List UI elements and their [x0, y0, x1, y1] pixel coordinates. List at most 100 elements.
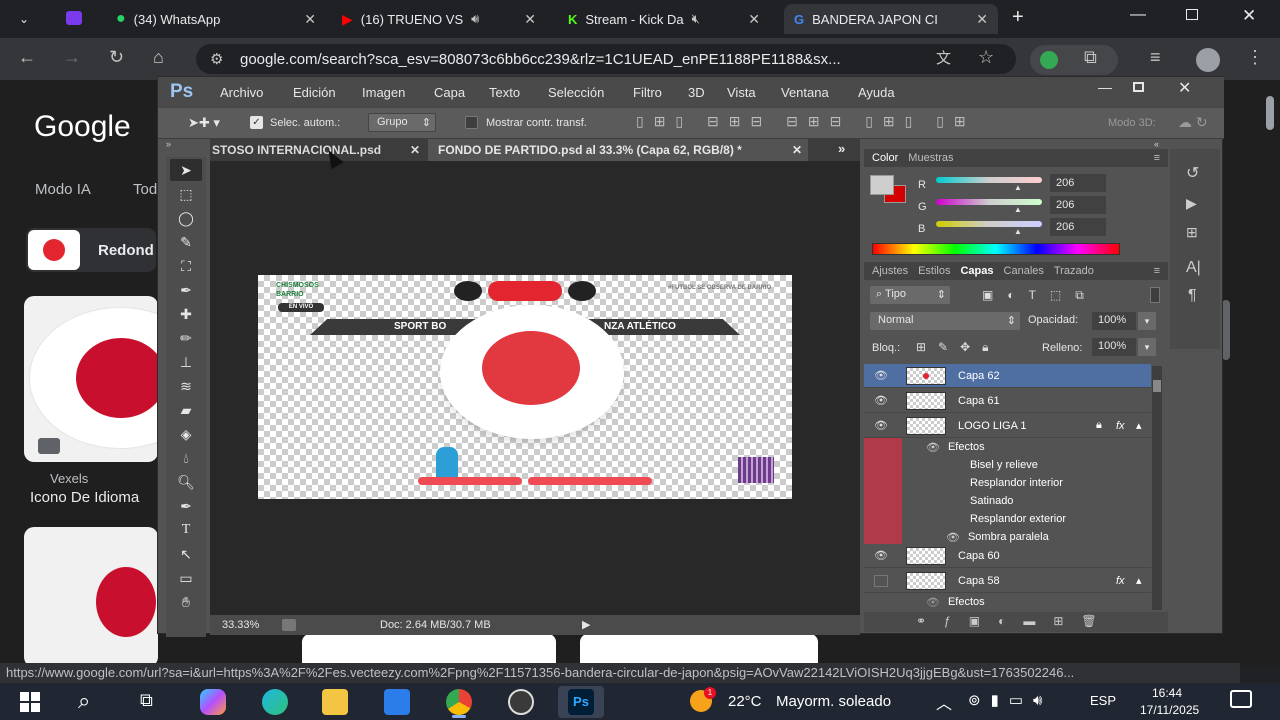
- layer-row-capa-62[interactable]: 👁︎ Capa 62: [864, 364, 1151, 388]
- scroll-thumb[interactable]: [1153, 380, 1161, 392]
- site-info-icon[interactable]: ⚙: [210, 50, 223, 68]
- weather-temp[interactable]: 22°C: [728, 693, 762, 710]
- windows-start-icon[interactable]: [20, 692, 40, 712]
- eye-icon[interactable]: 👁︎: [874, 419, 888, 432]
- photoshop-icon[interactable]: Ps: [568, 689, 594, 715]
- translate-icon[interactable]: 文: [936, 47, 951, 68]
- marquee-tool-button[interactable]: ⬚: [170, 183, 202, 205]
- eye-icon[interactable]: 👁︎: [926, 596, 940, 609]
- doc-tab-internacional[interactable]: STOSO INTERNACIONAL.psd ✕: [210, 139, 426, 161]
- effect-row[interactable]: Bisel y relieve: [902, 456, 1151, 474]
- tab-google-active[interactable]: G BANDERA JAPON CI ✕: [784, 4, 998, 34]
- menu-edicion[interactable]: Edición: [293, 85, 336, 100]
- b-value[interactable]: 206: [1050, 218, 1106, 236]
- 3d-orbit-icons[interactable]: ☁ ↻: [1178, 114, 1208, 131]
- character-icon[interactable]: A|: [1186, 259, 1220, 277]
- b-slider[interactable]: [936, 221, 1042, 227]
- expand-icon[interactable]: ▴: [1136, 419, 1142, 432]
- forward-icon[interactable]: →: [63, 47, 81, 68]
- extension-green-icon[interactable]: [1040, 51, 1058, 69]
- file-explorer-icon[interactable]: [322, 689, 348, 715]
- kind-filter-dropdown[interactable]: ⌕ Tipo ⇕: [870, 286, 950, 304]
- menu-ayuda[interactable]: Ayuda: [858, 85, 895, 100]
- tab-kick[interactable]: K Stream - Kick Da 🔇︎ ✕: [558, 4, 770, 34]
- notifications-icon[interactable]: [1230, 690, 1252, 708]
- pen-tool-button[interactable]: ✒: [170, 495, 202, 517]
- source-title[interactable]: Icono De Idioma: [30, 489, 158, 506]
- effect-row[interactable]: Satinado: [902, 492, 1151, 510]
- close-icon[interactable]: ✕: [410, 143, 420, 157]
- menu-ventana[interactable]: Ventana: [781, 85, 829, 100]
- task-view-icon[interactable]: ⧉: [140, 690, 153, 711]
- paragraph-icon[interactable]: ¶: [1188, 287, 1220, 305]
- status-arrow-icon[interactable]: ▶: [582, 618, 590, 631]
- bookmark-star-icon[interactable]: ☆: [978, 47, 994, 68]
- menu-kebab-icon[interactable]: ⋮: [1246, 47, 1264, 68]
- layers-scrollbar[interactable]: [1152, 366, 1162, 610]
- tab-trazado[interactable]: Trazado: [1054, 265, 1094, 277]
- chrome-icon[interactable]: [446, 689, 472, 715]
- b-slider-thumb[interactable]: ▲: [1014, 227, 1022, 236]
- google-logo[interactable]: Google: [34, 110, 131, 144]
- eye-icon[interactable]: 👁︎: [926, 441, 940, 454]
- opacity-dropdown-arrow[interactable]: ▾: [1138, 312, 1156, 330]
- effects-group-row[interactable]: 👁︎ Efectos: [902, 438, 1151, 456]
- eye-icon[interactable]: 👁︎: [874, 369, 888, 382]
- profile-avatar[interactable]: [1196, 48, 1220, 72]
- search-icon[interactable]: ⌕: [78, 688, 90, 714]
- effect-row[interactable]: Resplandor interior: [902, 474, 1151, 492]
- fx-icon[interactable]: fx: [1116, 420, 1125, 432]
- fx-icon[interactable]: fx: [1116, 575, 1125, 587]
- eye-icon[interactable]: 👁︎: [874, 394, 888, 407]
- puzzle-icon[interactable]: ⧉: [1084, 47, 1097, 68]
- tab-color[interactable]: Color: [872, 152, 898, 164]
- r-slider-thumb[interactable]: ▲: [1014, 183, 1022, 192]
- address-bar[interactable]: ⚙ google.com/search?sca_esv=808073c6bb6c…: [196, 44, 1016, 74]
- edge-icon[interactable]: [262, 689, 288, 715]
- expand-icon[interactable]: ▴: [1136, 574, 1142, 587]
- close-icon[interactable]: ✕: [976, 11, 988, 28]
- healing-tool-button[interactable]: ✚: [170, 303, 202, 325]
- layer-row-capa-61[interactable]: 👁︎ Capa 61: [864, 389, 1151, 413]
- tab-estilos[interactable]: Estilos: [918, 265, 950, 277]
- menu-texto[interactable]: Texto: [489, 85, 520, 100]
- toolbox-collapse[interactable]: »: [166, 139, 206, 153]
- clock-time[interactable]: 16:44: [1152, 686, 1182, 700]
- clock-date[interactable]: 17/11/2025: [1140, 703, 1199, 717]
- group-select-dropdown[interactable]: Grupo ⇕: [368, 113, 436, 132]
- stamp-tool-button[interactable]: ⊥: [170, 351, 202, 373]
- copilot-icon[interactable]: [200, 689, 226, 715]
- status-icon[interactable]: [282, 619, 296, 631]
- close-window-icon[interactable]: ✕: [1242, 6, 1256, 26]
- doc-tab-fondo-partido-active[interactable]: FONDO DE PARTIDO.psd al 33.3% (Capa 62, …: [428, 139, 808, 161]
- fill-dropdown-arrow[interactable]: ▾: [1138, 338, 1156, 356]
- obs-icon[interactable]: [508, 689, 534, 715]
- filter-icons[interactable]: ▣◐T⬚⧉: [982, 288, 1098, 303]
- brush-tool-button[interactable]: ✏: [170, 327, 202, 349]
- lasso-tool-button[interactable]: ◯: [170, 207, 202, 229]
- history-icon[interactable]: ↺: [1186, 163, 1220, 183]
- tray-chevron-icon[interactable]: ︿: [936, 690, 952, 714]
- ps-minimize-icon[interactable]: —: [1098, 79, 1112, 95]
- effect-row[interactable]: Resplandor exterior: [902, 510, 1151, 528]
- eyedropper-tool-button[interactable]: ✒: [170, 279, 202, 301]
- move-tool-icon[interactable]: ➤✚ ▾: [188, 115, 220, 131]
- paint-bucket-tool-button[interactable]: ◈: [170, 423, 202, 445]
- filter-toggle[interactable]: [1150, 287, 1160, 303]
- menu-seleccion[interactable]: Selección: [548, 85, 604, 100]
- zoom-value[interactable]: 33.33%: [222, 619, 259, 631]
- speaker-icon[interactable]: 🔊︎: [471, 11, 479, 27]
- type-tool-button[interactable]: T: [170, 519, 202, 541]
- ps-restore-icon[interactable]: [1133, 82, 1144, 92]
- menu-filtro[interactable]: Filtro: [633, 85, 662, 100]
- menu-capa[interactable]: Capa: [434, 85, 465, 100]
- image-result-3[interactable]: [302, 634, 556, 664]
- tab-capas[interactable]: Capas: [960, 265, 993, 277]
- document-canvas[interactable]: CHISMOSOS BARRIO EN VIVO #FUTBOL SE OBSE…: [258, 275, 792, 499]
- home-icon[interactable]: ⌂: [153, 47, 164, 68]
- store-icon[interactable]: [384, 689, 410, 715]
- close-icon[interactable]: ✕: [524, 11, 536, 28]
- visibility-box[interactable]: [874, 574, 888, 587]
- align-icons[interactable]: ▯⊞▯ ⊟⊞⊟ ⊟⊞⊟ ▯⊞▯ ▯⊞: [636, 113, 976, 130]
- layer-row-logo-liga[interactable]: 👁︎ LOGO LIGA 1 🔒︎ fx ▴: [864, 414, 1151, 438]
